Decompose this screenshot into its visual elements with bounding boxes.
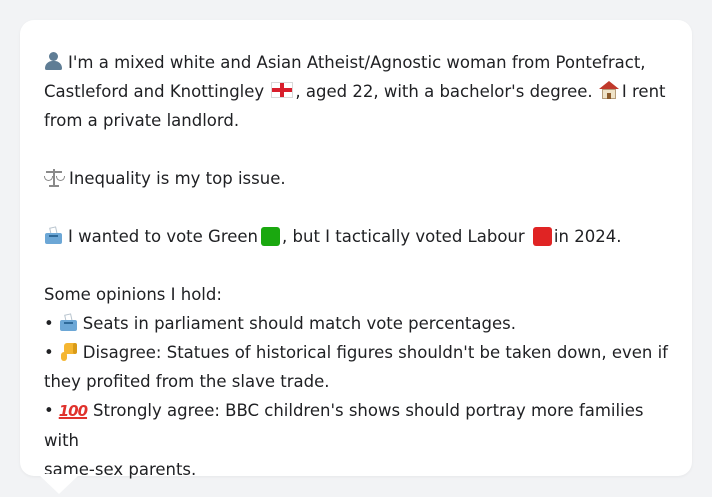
intro-text-1: I'm a mixed white and Asian Atheist/Agno… <box>68 53 646 72</box>
bullet: • <box>44 401 54 420</box>
vote-text-3: in 2024. <box>553 227 622 246</box>
vote-text-2: , but I tactically voted Labour <box>282 227 525 246</box>
opinion-text-3a: Strongly agree: BBC children's shows sho… <box>44 401 644 450</box>
intro-text-3: , aged 22, with a bachelor's degree. <box>295 82 593 101</box>
bubble-tail <box>38 474 80 494</box>
persona-message-bubble: I'm a mixed white and Asian Atheist/Agno… <box>20 20 692 479</box>
england-flag-icon <box>271 82 294 98</box>
red-square-icon <box>532 227 552 246</box>
opinion-text-1: Seats in parliament should match vote pe… <box>82 314 516 333</box>
opinion-item: • 100 Strongly agree: BBC children's shows… <box>44 396 668 455</box>
person-icon <box>44 51 63 71</box>
opinions-heading: Some opinions I hold: <box>44 285 222 304</box>
opinion-item: • Disagree: Statues of historical figures… <box>44 338 668 367</box>
bullet: • <box>44 343 54 362</box>
house-icon <box>598 81 619 100</box>
intro-text-2: Castleford and Knottingley <box>44 82 265 101</box>
intro-line-2: Castleford and Knottingley , aged 22, wi… <box>44 77 668 106</box>
vote-paragraph: I wanted to vote Green , but I tactically… <box>44 222 668 251</box>
ballot-box-icon <box>44 226 63 245</box>
opinions-section: Some opinions I hold: • Seats in parliame… <box>44 280 668 484</box>
issue-text: Inequality is my top issue. <box>69 169 286 188</box>
issue-paragraph: Inequality is my top issue. <box>44 164 668 193</box>
green-square-icon <box>261 227 281 246</box>
opinion-text-2b: they profited from the slave trade. <box>44 372 330 391</box>
opinion-text-3b: same-sex parents. <box>44 460 197 479</box>
hundred-points-icon: 100 <box>58 402 88 420</box>
intro-line-3: from a private landlord. <box>44 106 668 135</box>
opinion-item: • Seats in parliament should match vote p… <box>44 309 668 338</box>
intro-paragraph: I'm a mixed white and Asian Atheist/Agno… <box>44 48 668 135</box>
opinion-text-2a: Disagree: Statues of historical figures … <box>82 343 668 362</box>
intro-text-4: I rent <box>621 82 666 101</box>
thumbs-down-icon <box>59 342 78 362</box>
scales-icon <box>44 168 65 187</box>
intro-text-5: from a private landlord. <box>44 111 240 130</box>
intro-line-1: I'm a mixed white and Asian Atheist/Agno… <box>44 48 668 77</box>
ballot-box-icon <box>59 313 78 332</box>
bullet: • <box>44 314 54 333</box>
vote-text-1: I wanted to vote Green <box>68 227 259 246</box>
